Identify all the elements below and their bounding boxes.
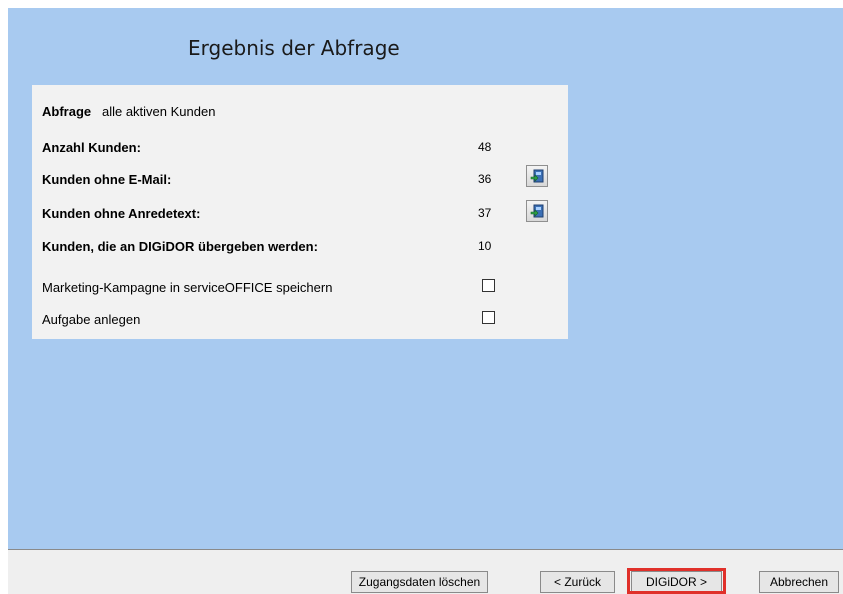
no-salutation-value: 37 [478,206,492,220]
cancel-button[interactable]: Abbrechen [759,571,839,593]
query-label: Abfrage [42,104,92,119]
customer-count-value: 48 [478,140,492,154]
no-email-value: 36 [478,172,492,186]
export-icon [530,204,544,218]
query-row: Abfrage alle aktiven Kunden [42,104,215,119]
main-area: Ergebnis der Abfrage Abfrage alle aktive… [8,8,843,549]
delete-credentials-button[interactable]: Zugangsdaten löschen [351,571,488,593]
no-salutation-label: Kunden ohne Anredetext: [42,206,201,221]
transfer-count-label: Kunden, die an DIGiDOR übergeben werden: [42,239,318,254]
transfer-count-value: 10 [478,239,492,253]
page-title: Ergebnis der Abfrage [188,36,400,60]
no-salutation-export-button[interactable] [526,200,548,222]
digidor-highlight [627,568,726,594]
no-email-label: Kunden ohne E-Mail: [42,172,172,187]
no-email-export-button[interactable] [526,165,548,187]
back-button[interactable]: < Zurück [540,571,615,593]
save-campaign-label: Marketing-Kampagne in serviceOFFICE spei… [42,280,333,295]
export-icon [530,169,544,183]
save-campaign-checkbox[interactable] [482,279,495,292]
customer-count-label: Anzahl Kunden: [42,140,141,155]
query-value: alle aktiven Kunden [101,104,216,119]
create-task-checkbox[interactable] [482,311,495,324]
create-task-label: Aufgabe anlegen [42,312,141,327]
result-panel: Abfrage alle aktiven Kunden Anzahl Kunde… [32,85,568,339]
